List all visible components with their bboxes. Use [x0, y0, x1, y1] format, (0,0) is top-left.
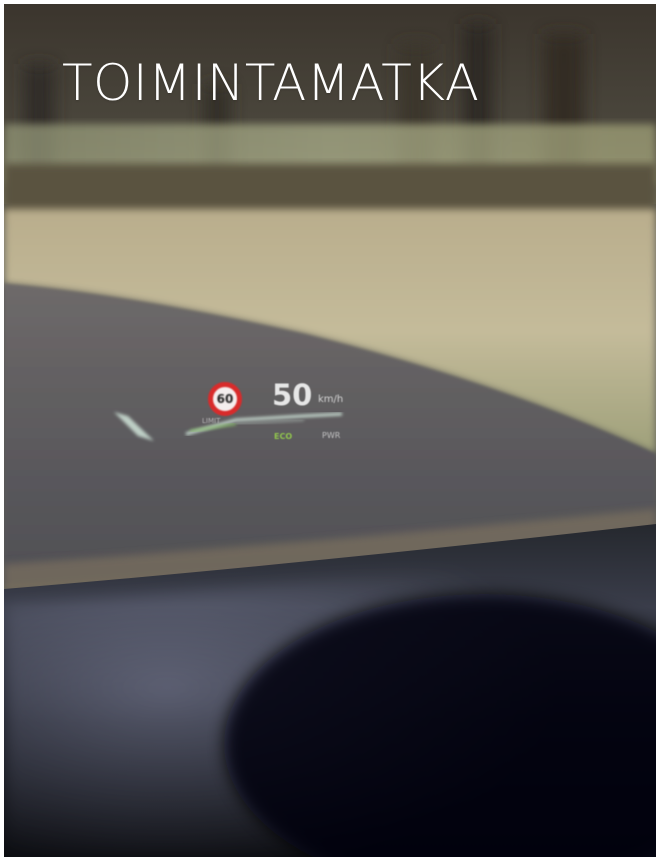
- power-indicator: PWR: [322, 431, 341, 440]
- limit-label: LIMIT: [202, 417, 221, 425]
- speed-limit-value: 60: [216, 392, 234, 406]
- eco-indicator: ECO: [274, 432, 293, 441]
- speed-unit: km/h: [318, 394, 344, 405]
- page-title: TOIMINTAMATKA: [62, 54, 480, 112]
- speed-limit-sign: 60: [208, 382, 242, 416]
- photo-frame: TOIMINTAMATKA 60 LIMIT 50 km/h ECO PWR: [4, 4, 656, 857]
- head-up-display: 60 LIMIT 50 km/h ECO PWR: [112, 374, 362, 454]
- current-speed: 50: [272, 378, 313, 412]
